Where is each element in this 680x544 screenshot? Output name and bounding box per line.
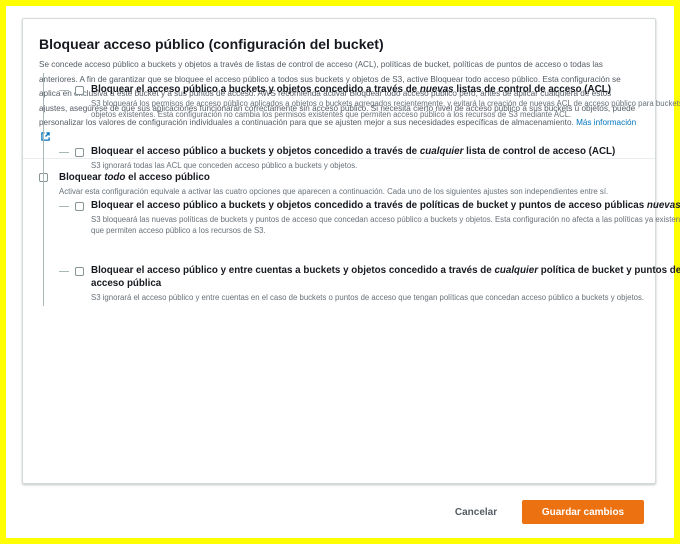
tree-elbow (59, 206, 69, 207)
option-description: S3 bloqueará los permisos de acceso públ… (91, 99, 680, 119)
block-all-label-end: el acceso público (125, 171, 210, 183)
option-label-start: Bloquear el acceso público a buckets y o… (91, 200, 647, 211)
option-label-end: lista de control de acceso (ACL) (463, 146, 616, 157)
option-label-emphasis: cualquier (494, 265, 539, 276)
block-all-label-start: Bloquear (59, 171, 105, 183)
option-description: S3 bloqueará las nuevas políticas de buc… (91, 215, 680, 235)
block-all-option[interactable]: Bloquear todo el acceso público Activar … (39, 171, 639, 197)
option-description: S3 ignorará el acceso público y entre cu… (91, 293, 645, 302)
option-any-acls-checkbox[interactable] (75, 148, 84, 157)
option-new-acls[interactable]: Bloquear el acceso público a buckets y o… (39, 83, 680, 120)
option-new-policies[interactable]: Bloquear el acceso público a buckets y o… (39, 199, 680, 236)
option-label: Bloquear el acceso público a buckets y o… (91, 83, 680, 96)
option-label-emphasis: nuevas (646, 200, 680, 211)
form-actions: Cancelar Guardar cambios (0, 500, 680, 524)
block-all-label: Bloquear todo el acceso público (59, 171, 639, 184)
option-new-policies-checkbox[interactable] (75, 202, 84, 211)
option-label-start: Bloquear el acceso público a buckets y o… (91, 84, 420, 95)
tree-elbow (59, 152, 69, 153)
option-any-acls[interactable]: Bloquear el acceso público a buckets y o… (39, 145, 680, 171)
option-any-policies-checkbox[interactable] (75, 267, 84, 276)
option-new-acls-checkbox[interactable] (75, 86, 84, 95)
option-label: Bloquear el acceso público a buckets y o… (91, 145, 680, 158)
block-all-description: Activar esta configuración equivale a ac… (59, 186, 609, 196)
option-label: Bloquear el acceso público y entre cuent… (91, 264, 680, 290)
option-label-start: Bloquear el acceso público y entre cuent… (91, 265, 495, 276)
save-changes-button[interactable]: Guardar cambios (522, 500, 644, 524)
tree-elbow (59, 90, 69, 91)
cancel-button[interactable]: Cancelar (444, 500, 508, 524)
option-label-emphasis: cualquier (419, 146, 464, 157)
option-label-end: listas de control de acceso (ACL) (453, 84, 611, 95)
block-all-label-emphasis: todo (104, 171, 126, 183)
option-label-emphasis: nuevas (419, 84, 454, 95)
option-label-start: Bloquear el acceso público a buckets y o… (91, 146, 420, 157)
panel-title: Bloquear acceso público (configuración d… (39, 36, 384, 52)
option-any-policies[interactable]: Bloquear el acceso público y entre cuent… (39, 264, 680, 303)
option-label: Bloquear el acceso público a buckets y o… (91, 199, 680, 212)
tree-elbow (59, 271, 69, 272)
block-public-access-panel: Bloquear acceso público (configuración d… (22, 18, 680, 484)
option-description: S3 ignorará todas las ACL que conceden a… (91, 161, 358, 170)
